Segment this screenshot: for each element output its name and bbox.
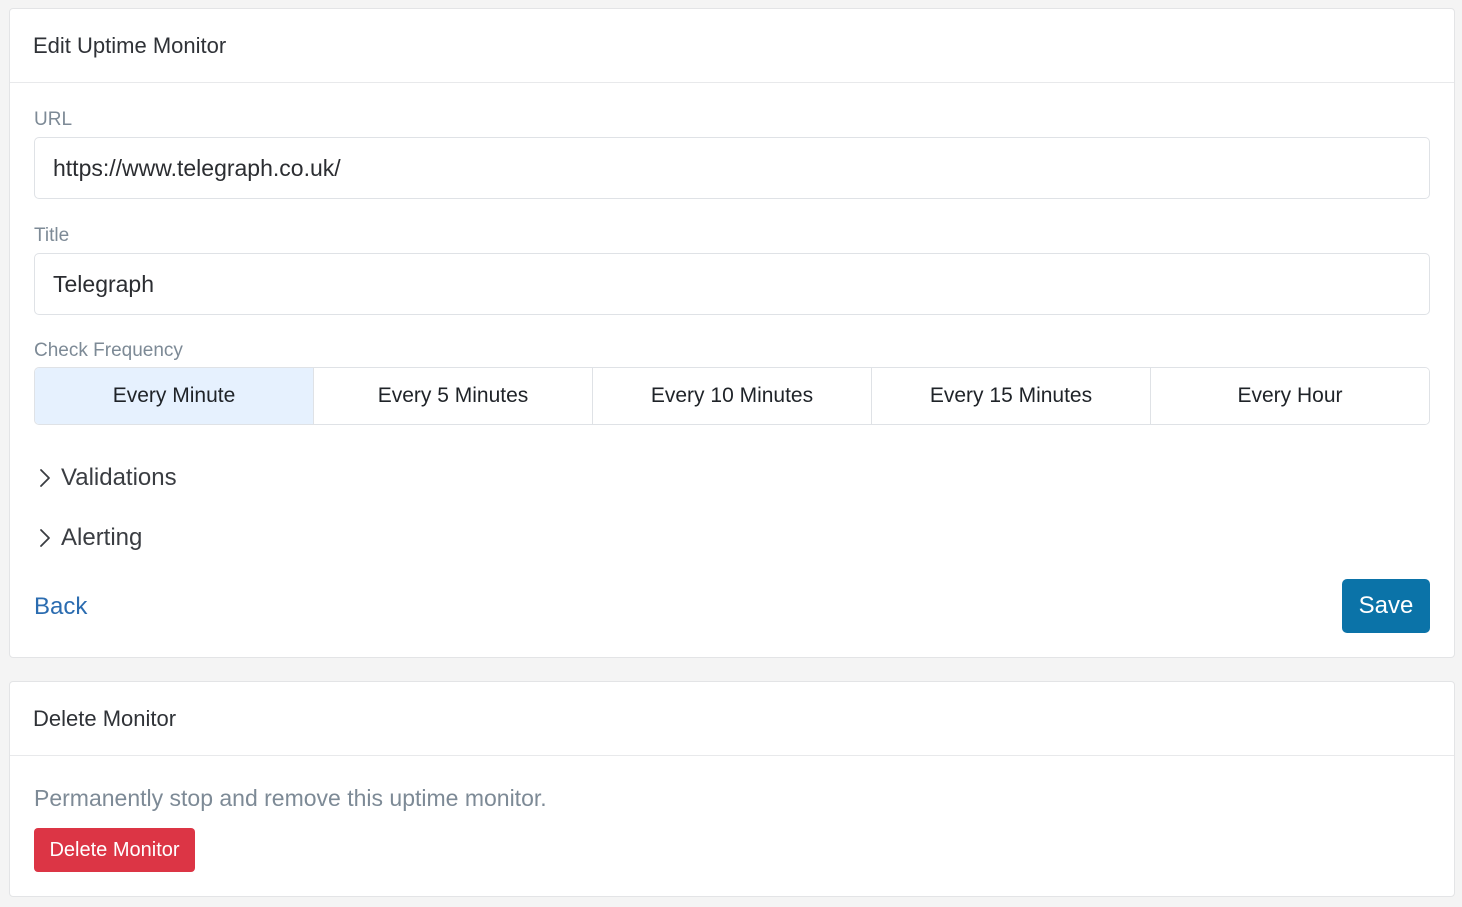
frequency-option-every-10-minutes[interactable]: Every 10 Minutes xyxy=(593,368,872,424)
check-frequency-label: Check Frequency xyxy=(34,340,183,361)
back-link[interactable]: Back xyxy=(34,593,87,621)
edit-monitor-card: Edit Uptime Monitor URL Title Check Freq… xyxy=(9,8,1455,658)
url-input[interactable] xyxy=(34,137,1430,199)
delete-card-title: Delete Monitor xyxy=(10,682,1454,756)
alerting-label: Alerting xyxy=(61,524,143,551)
title-input[interactable] xyxy=(34,253,1430,315)
title-label: Title xyxy=(34,225,70,246)
card-title: Edit Uptime Monitor xyxy=(10,9,1454,83)
validations-label: Validations xyxy=(61,464,177,491)
chevron-right-icon xyxy=(34,527,56,549)
delete-description: Permanently stop and remove this uptime … xyxy=(34,785,547,811)
save-button[interactable]: Save xyxy=(1342,579,1430,633)
alerting-toggle[interactable]: Alerting xyxy=(34,524,142,552)
delete-monitor-button[interactable]: Delete Monitor xyxy=(34,828,195,872)
delete-monitor-card: Delete Monitor Permanently stop and remo… xyxy=(9,681,1455,897)
frequency-option-every-minute[interactable]: Every Minute xyxy=(35,368,314,424)
frequency-option-every-15-minutes[interactable]: Every 15 Minutes xyxy=(872,368,1151,424)
chevron-right-icon xyxy=(34,467,56,489)
check-frequency-selector: Every Minute Every 5 Minutes Every 10 Mi… xyxy=(34,367,1430,425)
frequency-option-every-5-minutes[interactable]: Every 5 Minutes xyxy=(314,368,593,424)
frequency-option-every-hour[interactable]: Every Hour xyxy=(1151,368,1429,424)
validations-toggle[interactable]: Validations xyxy=(34,464,177,492)
url-label: URL xyxy=(34,109,73,130)
